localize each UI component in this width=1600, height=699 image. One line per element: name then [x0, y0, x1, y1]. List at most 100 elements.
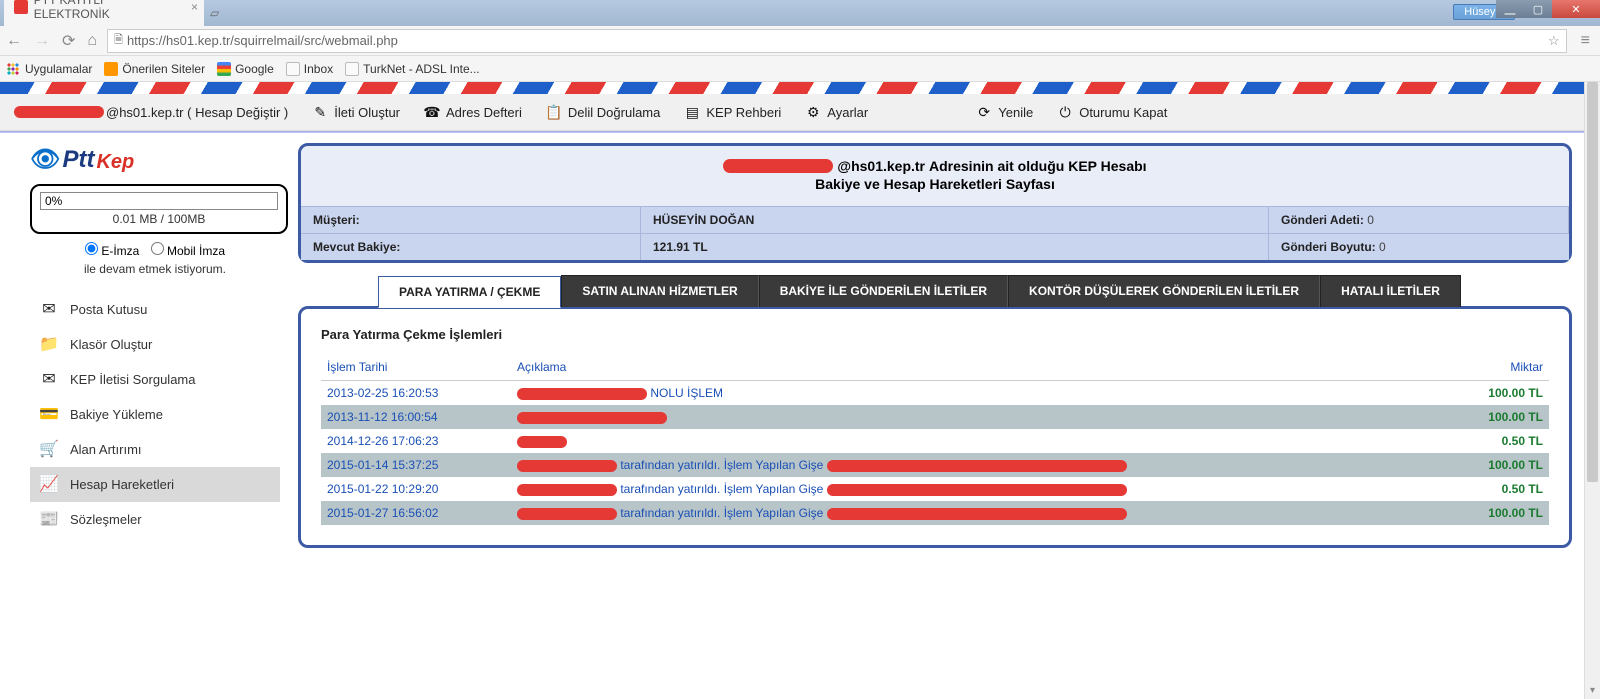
- cell-amount: 100.00 TL: [1439, 501, 1549, 525]
- forward-icon: →: [34, 32, 50, 50]
- sidebar-icon: 💳: [38, 406, 60, 422]
- radio-eimza[interactable]: E-İmza: [85, 244, 139, 258]
- airmail-stripe: [0, 82, 1600, 94]
- panel-header: @hs01.kep.tr Adresinin ait olduğu KEP He…: [301, 146, 1569, 206]
- browser-tab[interactable]: PTT KAYITLI ELEKTRONİK ×: [4, 0, 204, 26]
- cell-desc: tarafından yatırıldı. İşlem Yapılan Gişe: [511, 477, 1439, 501]
- redacted-box: [517, 436, 567, 448]
- sidebar-item[interactable]: 💳 Bakiye Yükleme: [30, 397, 280, 432]
- tab-errors[interactable]: HATALI İLETİLER: [1320, 275, 1461, 307]
- phone-icon: ☎: [424, 104, 440, 120]
- reload-icon[interactable]: ⟳: [62, 31, 75, 51]
- tab-credit-sent[interactable]: KONTÖR DÜŞÜLEREK GÖNDERİLEN İLETİLER: [1008, 275, 1320, 307]
- scroll-down-icon[interactable]: ▾: [1585, 683, 1600, 699]
- redacted-box: [517, 412, 667, 424]
- address-book-link[interactable]: ☎Adres Defteri: [424, 104, 522, 120]
- bookmark-apps[interactable]: Uygulamalar: [6, 62, 92, 76]
- sign-method-sub: ile devam etmek istiyorum.: [30, 262, 280, 276]
- radio-mobil[interactable]: Mobil İmza: [151, 244, 225, 258]
- window-maximize[interactable]: ▢: [1524, 0, 1552, 18]
- sidebar-icon: 📈: [38, 476, 60, 492]
- cell-desc: [511, 429, 1439, 453]
- favicon-icon: [217, 62, 231, 76]
- quota-meter: 0%: [40, 192, 278, 210]
- send-size-value: 0: [1379, 240, 1386, 254]
- bookmark-star-icon[interactable]: ☆: [1548, 33, 1560, 49]
- settings-link[interactable]: ⚙Ayarlar: [805, 104, 868, 120]
- ptt-kep-logo: 👁 Ptt Kep: [30, 145, 280, 174]
- balance-value: 121.91 TL: [653, 240, 708, 254]
- send-count-value: 0: [1367, 213, 1374, 227]
- sidebar-item[interactable]: 📰 Sözleşmeler: [30, 502, 280, 537]
- cell-amount: 0.50 TL: [1439, 477, 1549, 501]
- refresh-link[interactable]: ⟳Yenile: [976, 104, 1033, 120]
- col-date: İşlem Tarihi: [321, 354, 511, 381]
- main-content: @hs01.kep.tr Adresinin ait olduğu KEP He…: [290, 133, 1600, 548]
- tabs: PARA YATIRMA / ÇEKME SATIN ALINAN HİZMET…: [378, 275, 1572, 307]
- bookmark-item[interactable]: TurkNet - ADSL Inte...: [345, 62, 479, 76]
- tab-deposit[interactable]: PARA YATIRMA / ÇEKME: [378, 276, 561, 308]
- favicon-icon: [104, 62, 118, 76]
- table-row: 2013-02-25 16:20:53 NOLU İŞLEM100.00 TL: [321, 381, 1549, 406]
- tab-balance-sent[interactable]: BAKİYE İLE GÖNDERİLEN İLETİLER: [759, 275, 1008, 307]
- balance-label: Mevcut Bakiye:: [313, 240, 400, 254]
- redacted-box: [517, 388, 647, 400]
- window-close[interactable]: ✕: [1552, 0, 1600, 18]
- tab-close-icon[interactable]: ×: [191, 0, 198, 14]
- page-icon: 🗎: [114, 31, 123, 50]
- account-switcher[interactable]: @hs01.kep.tr ( Hesap Değiştir ): [14, 105, 288, 120]
- sidebar-item[interactable]: ✉ Posta Kutusu: [30, 292, 280, 327]
- tab-services[interactable]: SATIN ALINAN HİZMETLER: [561, 275, 758, 307]
- sidebar-icon: ✉: [38, 371, 60, 387]
- sidebar-label: Bakiye Yükleme: [70, 407, 163, 422]
- cell-amount: 100.00 TL: [1439, 453, 1549, 477]
- scroll-thumb[interactable]: [1587, 82, 1598, 482]
- cell-amount: 100.00 TL: [1439, 405, 1549, 429]
- compose-link[interactable]: ✎İleti Oluştur: [312, 104, 400, 120]
- redacted-box: [827, 460, 1127, 472]
- sidebar-icon: 📰: [38, 511, 60, 527]
- bookmark-item[interactable]: Google: [217, 62, 274, 76]
- sidebar-item[interactable]: 📁 Klasör Oluştur: [30, 327, 280, 362]
- sidebar-label: Sözleşmeler: [70, 512, 142, 527]
- sidebar-item[interactable]: ✉ KEP İletisi Sorgulama: [30, 362, 280, 397]
- guide-link[interactable]: ▤KEP Rehberi: [684, 104, 781, 120]
- new-tab-button[interactable]: ▱: [210, 6, 219, 20]
- quota-box: 0% 0.01 MB / 100MB: [30, 184, 288, 234]
- bookmark-item[interactable]: Önerilen Siteler: [104, 62, 205, 76]
- verify-link[interactable]: 📋Delil Doğrulama: [546, 104, 660, 120]
- page-scrollbar[interactable]: ▴ ▾: [1584, 82, 1600, 699]
- cell-desc: [511, 405, 1439, 429]
- info-grid: Müşteri: HÜSEYİN DOĞAN Gönderi Adeti: 0 …: [301, 206, 1569, 260]
- back-icon[interactable]: ←: [6, 32, 22, 50]
- transactions-panel: Para Yatırma Çekme İşlemleri İşlem Tarih…: [298, 306, 1572, 548]
- redacted-box: [517, 460, 617, 472]
- home-icon[interactable]: ⌂: [87, 32, 97, 50]
- cell-desc: tarafından yatırıldı. İşlem Yapılan Gişe: [511, 501, 1439, 525]
- sidebar-label: Klasör Oluştur: [70, 337, 152, 352]
- sidebar-item[interactable]: 🛒Alan Artırımı: [30, 432, 280, 467]
- transactions-table: İşlem Tarihi Açıklama Miktar 2013-02-25 …: [321, 354, 1549, 525]
- refresh-icon: ⟳: [976, 104, 992, 120]
- sidebar-icon: 🛒: [38, 441, 60, 457]
- sidebar-item[interactable]: 📈Hesap Hareketleri: [30, 467, 280, 502]
- logout-link[interactable]: ⏻Oturumu Kapat: [1057, 104, 1167, 120]
- sidebar-label: Posta Kutusu: [70, 302, 147, 317]
- table-row: 2014-12-26 17:06:230.50 TL: [321, 429, 1549, 453]
- window-controls: ⎽ ▢ ✕: [1496, 0, 1600, 18]
- sidebar-icon: ✉: [38, 301, 60, 317]
- sidebar-icon: 📁: [38, 336, 60, 352]
- redacted-box: [14, 106, 104, 118]
- favicon-icon: [286, 62, 300, 76]
- cell-date: 2014-12-26 17:06:23: [321, 429, 511, 453]
- bookmark-item[interactable]: Inbox: [286, 62, 333, 76]
- window-minimize[interactable]: ⎽: [1496, 0, 1524, 18]
- sidebar-label: KEP İletisi Sorgulama: [70, 372, 196, 387]
- menu-icon[interactable]: ≡: [1577, 32, 1594, 50]
- tab-favicon: [14, 0, 28, 14]
- send-size-label: Gönderi Boyutu:: [1281, 240, 1376, 254]
- url-field[interactable]: 🗎 https://hs01.kep.tr/squirrelmail/src/w…: [107, 29, 1567, 53]
- send-count-label: Gönderi Adeti:: [1281, 213, 1364, 227]
- cell-date: 2015-01-22 10:29:20: [321, 477, 511, 501]
- table-row: 2015-01-27 16:56:02 tarafından yatırıldı…: [321, 501, 1549, 525]
